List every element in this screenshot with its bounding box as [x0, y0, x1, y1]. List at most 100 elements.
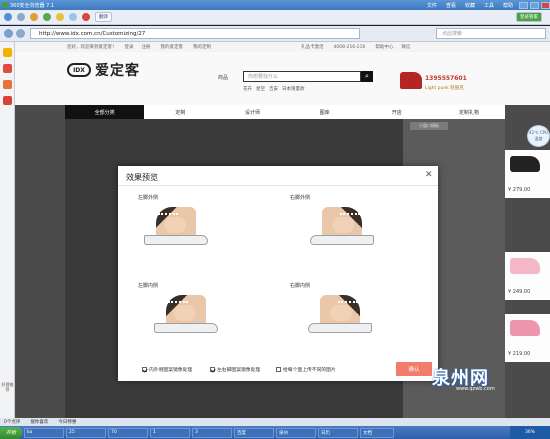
nav-gallery[interactable]: 图库	[289, 109, 361, 116]
menu-file[interactable]: 文件	[427, 2, 437, 9]
start-button[interactable]: 开始	[0, 426, 22, 439]
dialog-divider	[118, 185, 438, 186]
status-likes[interactable]: 搜你喜欢	[30, 419, 48, 425]
login-link[interactable]: 登录	[125, 44, 134, 50]
shoe-right-outer-image	[308, 204, 378, 249]
site-search-input[interactable]: 你想要找什么	[243, 71, 361, 82]
small-window-button[interactable]: 小窗口模板	[410, 122, 448, 130]
cloud-icon[interactable]	[69, 13, 77, 21]
site-topbar: 您好，欢迎来到爱定客！ 登录 注册 我的爱定客 我的定制 礼品卡激活 4008-…	[15, 42, 550, 52]
promo-shoe-image[interactable]	[400, 72, 422, 89]
my-custom-link[interactable]: 我的定制	[193, 44, 211, 50]
weibo-icon[interactable]	[3, 64, 12, 73]
browser-logo-icon	[2, 2, 8, 8]
search-icon[interactable]: ⌕	[361, 71, 373, 82]
favorite-star-icon[interactable]	[56, 13, 64, 21]
welcome-text: 您好，欢迎来到爱定客！	[67, 45, 117, 50]
close-icon[interactable]: ✕	[425, 170, 433, 180]
close-window-button[interactable]	[541, 1, 550, 9]
window-titlebar: 360安全浏览器 7.1 文件 查看 收藏 工具 帮助	[0, 0, 550, 10]
taskbar-item[interactable]: 百度	[234, 427, 274, 438]
site-logo[interactable]: IDX	[67, 63, 91, 77]
right-inner-label: 右脚内侧	[290, 283, 311, 289]
product-card[interactable]: ¥ 249.00	[505, 252, 550, 300]
taskbar-item[interactable]: 70	[108, 427, 148, 438]
product-image	[510, 258, 540, 274]
address-bar-row: http://www.idx.com.cn/Customizing/27 点此搜…	[0, 26, 550, 42]
my-idx-link[interactable]: 我的爱定客	[161, 44, 184, 50]
home-icon[interactable]	[30, 13, 38, 21]
menu-favorites[interactable]: 收藏	[465, 2, 475, 9]
search-tag[interactable]: 日本限量款	[282, 86, 305, 92]
translate-button[interactable]: 翻译	[95, 12, 112, 22]
mirror-left-right-option[interactable]: 左右脚图案镜像处理	[210, 366, 260, 373]
product-card[interactable]: ¥ 219.00	[505, 314, 550, 362]
forward-icon[interactable]	[17, 13, 25, 21]
brand-name[interactable]: 爱定客	[95, 60, 140, 80]
checkbox-checked[interactable]	[210, 367, 215, 372]
shoe-left-inner-image	[150, 292, 220, 337]
option-label: 左右脚图案镜像处理	[217, 368, 261, 373]
gift-card-link[interactable]: 礼品卡激活	[301, 44, 324, 50]
taskbar-item[interactable]: 日历	[318, 427, 358, 438]
url-input[interactable]: http://www.idx.com.cn/Customizing/27	[30, 28, 360, 39]
promo-subtitle: Light punk 轻朋克	[425, 86, 464, 91]
search-category[interactable]: 商品	[218, 74, 228, 81]
browser-sidebar: 好搜推荐	[0, 42, 15, 418]
windows-taskbar: 开始 ka 25 70 1 3 百度 泉州 日历 文档 36%	[0, 426, 550, 439]
status-deals[interactable]: 今日特惠	[58, 419, 76, 425]
wechat-link[interactable]: 微信	[401, 44, 410, 50]
product-price: ¥ 279.00	[508, 187, 531, 193]
maximize-button[interactable]	[530, 1, 539, 9]
cpu-temp-badge[interactable]: 42℃ CPU温度	[527, 125, 550, 147]
search-tag[interactable]: 吉安	[269, 86, 278, 92]
browser-search-input[interactable]: 点此搜索	[436, 28, 546, 39]
menu-view[interactable]: 查看	[446, 2, 456, 9]
refresh-icon[interactable]	[43, 13, 51, 21]
menu-bar: 文件 查看 收藏 工具 帮助	[427, 2, 513, 9]
right-outer-label: 右脚外侧	[290, 195, 311, 201]
hotline-text: 4008-216-216	[333, 44, 366, 50]
nav-open-store[interactable]: 开店	[361, 109, 433, 116]
back-icon[interactable]	[4, 13, 12, 21]
taskbar-item[interactable]: 泉州	[276, 427, 316, 438]
menu-tools[interactable]: 工具	[484, 2, 494, 9]
taskbar-item[interactable]: ka	[24, 427, 64, 438]
confirm-button[interactable]: 确认	[396, 362, 432, 376]
forward-arrow-icon[interactable]	[16, 29, 25, 38]
nav-all-categories[interactable]: 全部分类	[65, 105, 145, 119]
login-button[interactable]: 登录管家	[516, 12, 542, 22]
sidebar-recommend-label[interactable]: 好搜推荐	[1, 382, 14, 392]
nav-designer[interactable]: 设计师	[216, 109, 288, 116]
favorites-star-icon[interactable]	[3, 48, 12, 57]
app-icon[interactable]	[82, 13, 90, 21]
search-tag[interactable]: 花卉	[243, 86, 252, 92]
back-arrow-icon[interactable]	[4, 29, 13, 38]
help-center-link[interactable]: 帮助中心	[375, 44, 393, 50]
taskbar-item[interactable]: 1	[150, 427, 190, 438]
shoe-left-outer-image	[140, 204, 210, 249]
status-comments[interactable]: 0个点评	[4, 419, 20, 425]
minimize-button[interactable]	[519, 1, 528, 9]
dialog-title: 效果预览	[126, 173, 158, 182]
upload-different-option[interactable]: 给每个面上传不同的图片	[276, 366, 336, 373]
taskbar-item[interactable]: 文档	[360, 427, 394, 438]
menu-help[interactable]: 帮助	[503, 2, 513, 9]
preview-dialog: 效果预览 ✕ 左脚外侧 右脚外侧 左脚内侧 右脚内侧 内外侧图案镜像处理 左右脚…	[118, 166, 438, 381]
search-tag[interactable]: 星空	[256, 86, 265, 92]
taskbar-item[interactable]: 3	[192, 427, 232, 438]
search-tags: 花卉 星空 吉安 日本限量款	[243, 86, 305, 92]
nav-gifts[interactable]: 定制礼物	[433, 109, 505, 116]
checkbox-checked[interactable]	[142, 367, 147, 372]
system-tray[interactable]: 36%	[510, 426, 550, 439]
taskbar-item[interactable]: 25	[66, 427, 106, 438]
checkbox-unchecked[interactable]	[276, 367, 281, 372]
mirror-inner-outer-option[interactable]: 内外侧图案镜像处理	[142, 366, 192, 373]
shoe-right-inner-image	[306, 292, 376, 337]
news-icon[interactable]	[3, 96, 12, 105]
register-link[interactable]: 注册	[142, 44, 151, 50]
product-card[interactable]: ¥ 279.00	[505, 150, 550, 198]
nav-custom[interactable]: 定制	[144, 109, 216, 116]
option-label: 内外侧图案镜像处理	[149, 368, 193, 373]
notify-icon[interactable]	[3, 80, 12, 89]
